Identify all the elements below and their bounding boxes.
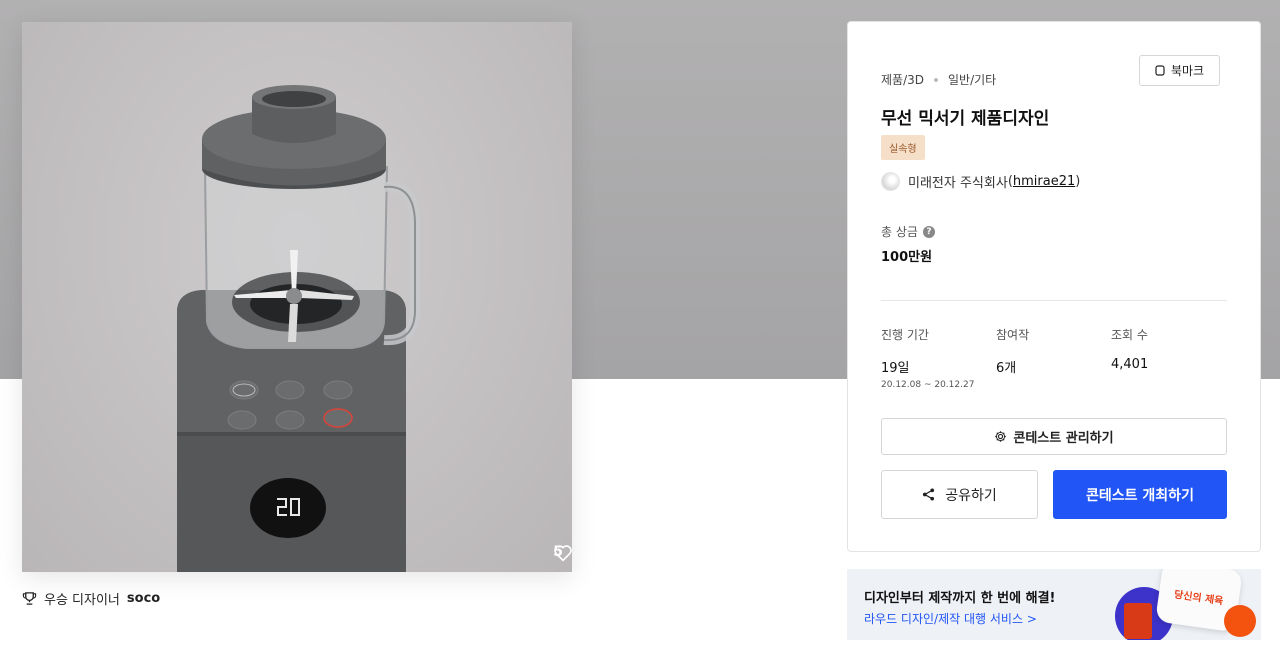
divider bbox=[881, 300, 1227, 301]
banner-art-text: 당신의 제육 bbox=[1173, 589, 1224, 607]
prize-label-text: 총 상금 bbox=[881, 225, 918, 239]
winner-designer: 우승 디자이너 soco bbox=[22, 589, 160, 608]
host-company: 미래전자 주식회사 (hmirae21) bbox=[881, 172, 1080, 191]
category-sub[interactable]: 일반/기타 bbox=[948, 71, 996, 88]
stat-label: 조회 수 bbox=[1111, 328, 1148, 342]
like-counter[interactable]: 5 bbox=[553, 544, 572, 562]
stat-value: 19일 bbox=[881, 361, 910, 376]
tier-badge: 실속형 bbox=[881, 135, 925, 160]
host-contest-button[interactable]: 콘테스트 개최하기 bbox=[1053, 470, 1227, 519]
manage-contest-button[interactable]: 콘테스트 관리하기 bbox=[881, 418, 1227, 455]
award-prefix: 우승 디자이너 bbox=[44, 593, 120, 608]
separator-dot bbox=[934, 77, 938, 82]
share-button[interactable]: 공유하기 bbox=[881, 470, 1038, 519]
stat-label: 진행 기간 bbox=[881, 328, 929, 342]
product-image[interactable]: 5 bbox=[22, 22, 572, 572]
company-name: 미래전자 주식회사 bbox=[908, 176, 1008, 191]
stat-views: 조회 수 4,401 bbox=[1111, 326, 1148, 372]
banner-illustration-package bbox=[1124, 603, 1152, 639]
stat-label: 참여작 bbox=[996, 328, 1030, 342]
chat-fab-button[interactable] bbox=[1224, 605, 1256, 637]
stat-value: 4,401 bbox=[1111, 357, 1149, 372]
gear-icon bbox=[995, 431, 1007, 442]
blender-illustration bbox=[177, 85, 420, 572]
manage-label: 콘테스트 관리하기 bbox=[1013, 431, 1114, 446]
share-icon bbox=[923, 488, 935, 501]
promo-banner[interactable]: 디자인부터 제작까지 한 번에 해결! 라우드 디자인/제작 대행 서비스 > … bbox=[847, 569, 1261, 640]
prize-value: 100만원 bbox=[881, 250, 933, 265]
stat-date-range: 20.12.08 ~ 20.12.27 bbox=[881, 380, 975, 390]
contest-title: 무선 믹서기 제품디자인 bbox=[881, 109, 1050, 129]
bookmark-button[interactable]: 북마크 bbox=[1139, 55, 1220, 86]
stat-entries: 참여작 6개 bbox=[996, 326, 1029, 376]
category-breadcrumb: 제품/3D 일반/기타 bbox=[881, 71, 996, 88]
help-icon[interactable]: ? bbox=[922, 225, 935, 238]
contest-info-card: 제품/3D 일반/기타 북마크 무선 믹서기 제품디자인 실속형 미래전자 주식… bbox=[847, 21, 1261, 552]
banner-link[interactable]: 라우드 디자인/제작 대행 서비스 > bbox=[864, 610, 1037, 627]
avatar bbox=[881, 172, 900, 191]
prize-label: 총 상금 ? bbox=[881, 223, 935, 240]
category-main[interactable]: 제품/3D bbox=[881, 71, 924, 88]
company-handle[interactable]: hmirae21 bbox=[1013, 174, 1075, 189]
trophy-icon bbox=[22, 592, 37, 605]
stat-duration: 진행 기간 19일 20.12.08 ~ 20.12.27 bbox=[881, 326, 974, 390]
bookmark-label: 북마크 bbox=[1170, 64, 1205, 78]
banner-headline: 디자인부터 제작까지 한 번에 해결! bbox=[864, 591, 1056, 606]
stat-value: 6개 bbox=[996, 361, 1017, 376]
heart-icon bbox=[554, 545, 572, 562]
host-label: 콘테스트 개최하기 bbox=[1086, 487, 1194, 504]
designer-name[interactable]: soco bbox=[127, 591, 160, 606]
bookmark-icon bbox=[1155, 65, 1165, 76]
share-label: 공유하기 bbox=[945, 487, 997, 504]
